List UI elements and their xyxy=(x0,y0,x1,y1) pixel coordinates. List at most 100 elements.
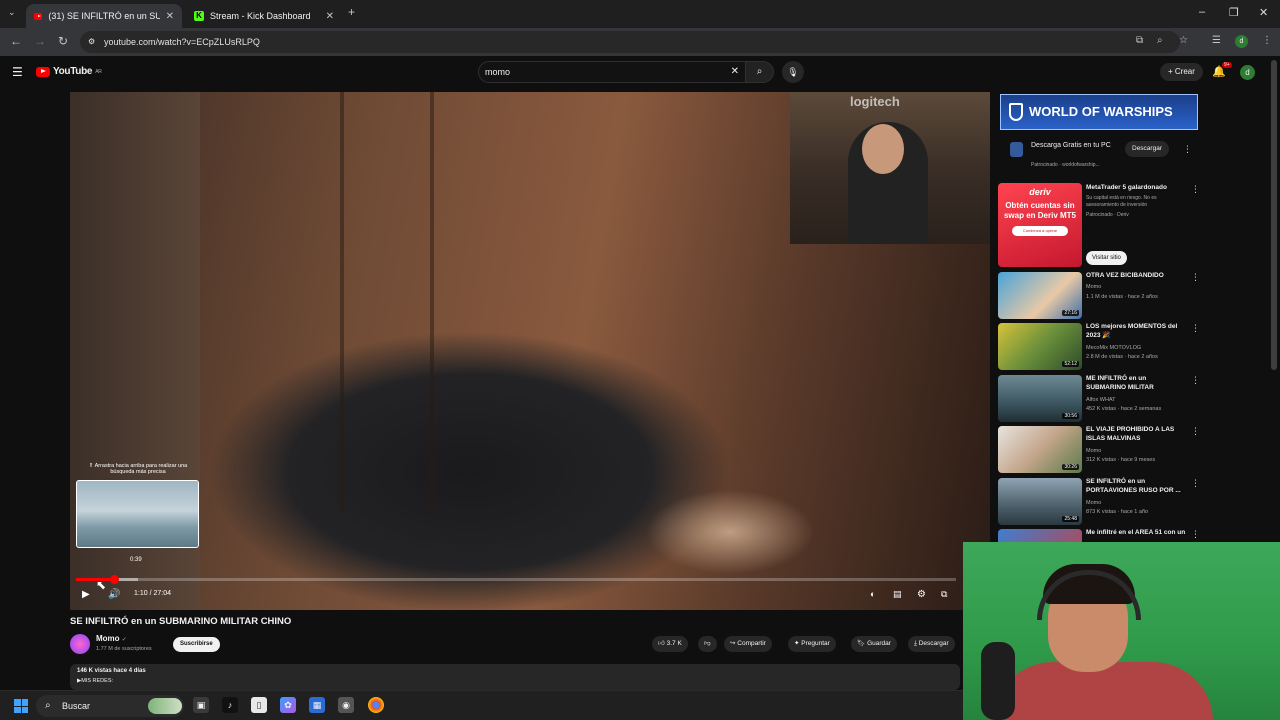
taskbar-search[interactable]: ⌕ Buscar xyxy=(36,695,184,717)
more-options-icon[interactable]: ⋮ xyxy=(1191,375,1200,386)
deriv-logo: deriv xyxy=(1029,187,1051,197)
deriv-ad-desc: Su capital está en riesgo. No es asesora… xyxy=(1086,195,1157,208)
reading-list-icon[interactable]: ☰ xyxy=(1212,35,1221,46)
description-box[interactable] xyxy=(70,664,960,690)
recommendation-thumbnail: 52:12 xyxy=(998,323,1082,370)
minimize-icon[interactable]: – xyxy=(1199,6,1205,18)
tab-kick[interactable]: K Stream - Kick Dashboard ✕ xyxy=(186,4,342,28)
store-icon[interactable]: ▦ xyxy=(309,697,325,713)
ad-banner[interactable]: WORLD OF WARSHIPS xyxy=(1000,94,1198,130)
page-scrollbar[interactable] xyxy=(1271,60,1277,370)
progress-bar[interactable] xyxy=(76,575,956,584)
like-count: 3.7 K xyxy=(666,640,682,647)
recommendation-channel: Momo xyxy=(1086,284,1102,290)
task-view-icon[interactable]: ▣ xyxy=(193,697,209,713)
search-input[interactable]: momo ✕ xyxy=(478,61,746,83)
ad-download-button[interactable]: Descargar xyxy=(1125,141,1169,157)
like-button[interactable]: 👍︎ 3.7 K xyxy=(652,636,688,652)
sparkle-icon: ✦ xyxy=(794,640,800,647)
youtube-favicon-icon xyxy=(34,12,43,20)
obs-icon[interactable]: ◉ xyxy=(338,697,354,713)
ad-text: Descarga Gratis en tu PC xyxy=(1031,142,1111,149)
duration-badge: 52:12 xyxy=(1062,361,1079,367)
site-info-icon[interactable]: ⚙ xyxy=(88,31,95,53)
copilot-icon[interactable]: ✿ xyxy=(280,697,296,713)
url-input[interactable]: ⚙ youtube.com/watch?v=ECpZLUsRLPQ xyxy=(80,31,1180,53)
seek-preview-thumbnail xyxy=(76,480,199,548)
shield-icon xyxy=(1009,103,1023,121)
windows-start-icon[interactable] xyxy=(14,699,28,713)
recommendation-item[interactable]: 52:12 LOS mejores MOMENTOS del 2023 🎉 Me… xyxy=(998,323,1200,371)
recommendation-meta: 312 K vistas · hace 9 meses xyxy=(1086,457,1156,463)
voice-search-button[interactable]: 🎙 xyxy=(782,61,804,83)
play-icon[interactable]: ▶ xyxy=(82,589,90,600)
tab-search-icon[interactable]: ⌄ xyxy=(8,7,16,18)
hamburger-menu-icon[interactable]: ☰ xyxy=(12,65,23,79)
more-options-icon[interactable]: ⋮ xyxy=(1191,426,1200,437)
download-button[interactable]: ⤓ Descargar xyxy=(908,636,955,652)
share-button[interactable]: ↪ Compartir xyxy=(724,636,772,652)
close-tab-icon[interactable]: ✕ xyxy=(326,11,334,22)
tab-youtube[interactable]: (31) SE INFILTRÓ en un SUBMA ✕ xyxy=(26,4,182,28)
recommendation-meta: 1.1 M de vistas · hace 2 años xyxy=(1086,294,1158,300)
more-options-icon[interactable]: ⋮ xyxy=(1191,478,1200,489)
search-button[interactable]: ⌕ xyxy=(746,61,774,83)
verified-icon: ✓ xyxy=(121,637,127,643)
miniplayer-icon[interactable]: ⧉ xyxy=(941,589,947,600)
new-tab-icon[interactable]: + xyxy=(348,5,355,19)
save-button[interactable]: 🔖︎ Guardar xyxy=(851,636,897,652)
recommendation-meta: 2.8 M de vistas · hace 2 años xyxy=(1086,354,1158,360)
chrome-menu-icon[interactable]: ⋮ xyxy=(1262,35,1272,46)
windows-taskbar: ⌕ Buscar xyxy=(0,690,963,720)
more-options-icon[interactable]: ⋮ xyxy=(1191,323,1200,334)
deriv-ad-title: MetaTrader 5 galardonado xyxy=(1086,184,1167,191)
volume-icon[interactable]: 🔊 xyxy=(108,589,120,600)
account-avatar[interactable]: d xyxy=(1240,65,1255,80)
channel-avatar[interactable] xyxy=(70,634,90,654)
tiktok-icon[interactable]: ♪ xyxy=(222,697,238,713)
dislike-button[interactable]: 👎︎ xyxy=(698,636,717,652)
search-highlight-image xyxy=(148,698,182,714)
ask-button[interactable]: ✦ Preguntar xyxy=(788,636,836,652)
deriv-ad-thumbnail[interactable]: deriv Obtén cuentas sin swap en Deriv MT… xyxy=(998,183,1082,267)
recommendation-item[interactable]: Me infiltré en el AREA 51 con un ⋮ xyxy=(998,529,1198,543)
logo-text: YouTube xyxy=(53,66,93,77)
search-query: momo xyxy=(485,67,511,77)
bookmark-star-icon[interactable]: ☆ xyxy=(1179,35,1188,46)
save-label: Guardar xyxy=(867,640,891,647)
visit-site-button[interactable]: Visitar sitio xyxy=(1086,251,1127,265)
subtitles-icon[interactable]: ▤ xyxy=(893,589,902,600)
more-options-icon[interactable]: ⋮ xyxy=(1183,144,1192,155)
file-icon[interactable]: ▯ xyxy=(251,697,267,713)
profile-avatar[interactable]: d xyxy=(1235,35,1248,48)
channel-name[interactable]: Momo ✓ xyxy=(96,634,127,643)
recommendation-meta: 452 K vistas · hace 2 semanas xyxy=(1086,406,1162,412)
zoom-icon[interactable]: ⌕ xyxy=(1157,35,1163,46)
create-button[interactable]: + Crear xyxy=(1160,63,1203,81)
recommendation-item[interactable]: 25:48 SE INFILTRÓ en un PORTAAVIONES RUS… xyxy=(998,478,1200,526)
close-window-icon[interactable]: ✕ xyxy=(1259,6,1268,19)
settings-gear-icon[interactable]: ⚙ xyxy=(917,589,926,600)
views-date: 146 K vistas hace 4 días xyxy=(77,668,146,674)
back-icon[interactable]: ← xyxy=(10,34,22,48)
seek-preview-time: 0:39 xyxy=(130,557,142,563)
video-frame xyxy=(430,92,434,512)
recommendation-item[interactable]: 27:16 OTRA VEZ BICIBANDIDO Momo 1.1 M de… xyxy=(998,272,1200,320)
maximize-icon[interactable]: ❐ xyxy=(1229,6,1239,19)
forward-icon[interactable]: → xyxy=(34,34,46,48)
more-options-icon[interactable]: ⋮ xyxy=(1191,529,1198,540)
more-options-icon[interactable]: ⋮ xyxy=(1191,184,1200,195)
chrome-icon[interactable] xyxy=(368,697,384,713)
reload-icon[interactable]: ↻ xyxy=(58,34,68,48)
scrubber-handle[interactable] xyxy=(109,575,119,584)
close-tab-icon[interactable]: ✕ xyxy=(166,11,174,22)
recommendation-item[interactable]: 30:56 ME INFILTRÓ en un SUBMARINO MILITA… xyxy=(998,375,1200,423)
install-icon[interactable]: ⧉ xyxy=(1136,35,1143,46)
youtube-logo[interactable]: YouTube AR xyxy=(36,66,102,77)
autoplay-toggle-icon[interactable]: ◐ xyxy=(870,589,875,599)
more-options-icon[interactable]: ⋮ xyxy=(1191,272,1200,283)
recommendation-title: EL VIAJE PROHIBIDO A LAS ISLAS MALVINAS xyxy=(1086,426,1175,442)
clear-search-icon[interactable]: ✕ xyxy=(731,62,739,82)
recommendation-item[interactable]: 30:26 EL VIAJE PROHIBIDO A LAS ISLAS MAL… xyxy=(998,426,1200,474)
subscribe-button[interactable]: Suscribirse xyxy=(173,637,220,652)
